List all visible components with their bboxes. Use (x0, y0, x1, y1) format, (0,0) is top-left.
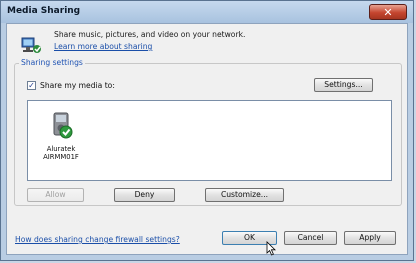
header-description: Share music, pictures, and video on your… (54, 30, 246, 39)
deny-button[interactable]: Deny (114, 188, 175, 202)
media-sharing-window: Media Sharing ✕ Share music, pictures, a… (0, 0, 414, 261)
media-device-icon (53, 112, 73, 139)
apply-button[interactable]: Apply (344, 231, 396, 245)
cancel-button[interactable]: Cancel (284, 231, 337, 245)
learn-more-link[interactable]: Learn more about sharing (54, 42, 152, 51)
checkmark-icon: ✓ (28, 81, 35, 90)
allow-button[interactable]: Allow (27, 188, 84, 202)
media-sharing-network-icon (21, 37, 41, 53)
title-bar[interactable]: Media Sharing ✕ (1, 1, 413, 23)
window-title: Media Sharing (7, 6, 81, 16)
customize-button[interactable]: Customize... (205, 188, 284, 202)
settings-button[interactable]: Settings... (314, 78, 373, 92)
close-button[interactable]: ✕ (369, 4, 407, 20)
sharing-settings-label: Sharing settings (19, 58, 85, 67)
device-model: AIRMM01F (43, 153, 79, 161)
mouse-pointer-icon (266, 241, 276, 256)
device-brand: Aluratek (46, 145, 76, 153)
device-name: Aluratek AIRMM01F (40, 145, 82, 161)
close-icon: ✕ (383, 6, 393, 19)
share-media-checkbox[interactable]: ✓ (27, 81, 36, 90)
firewall-settings-link[interactable]: How does sharing change firewall setting… (15, 235, 180, 244)
device-list[interactable]: Aluratek AIRMM01F (27, 100, 392, 181)
share-media-label[interactable]: Share my media to: (40, 81, 115, 90)
dialog-body: Share music, pictures, and video on your… (6, 23, 408, 255)
